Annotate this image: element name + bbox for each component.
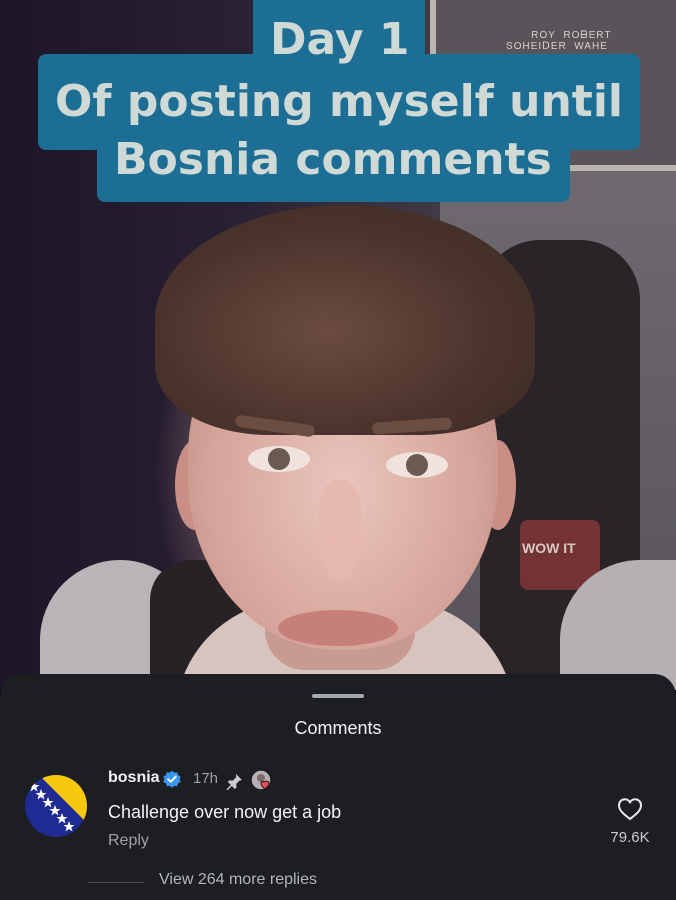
heart-icon[interactable] (617, 797, 643, 821)
caption-line-2: Of posting myself until (55, 76, 623, 127)
comment-text: Challenge over now get a job (108, 802, 342, 822)
iris-left (268, 448, 290, 470)
creator-like-avatar-icon (250, 769, 274, 793)
view-more-replies-button[interactable]: View 264 more replies (159, 871, 317, 889)
reel-video[interactable]: TЯƎᗺOЯ YOЯ ƎHAW ЯƎᗡIƎHOƧ TI WOW Day 1 Of… (0, 0, 676, 690)
comments-title: Comments (294, 718, 382, 738)
reply-button[interactable]: Reply (108, 832, 149, 850)
person-nose (318, 480, 362, 580)
like-count: 79.6K (610, 829, 650, 846)
sheet-drag-handle[interactable] (312, 694, 364, 698)
bosnia-avatar[interactable] (25, 775, 87, 837)
comment-username[interactable]: bosnia (108, 769, 160, 787)
bosnia-flag-icon (25, 775, 87, 837)
replies-divider (88, 882, 144, 883)
poster-text-mirrored: TЯƎᗺOЯ YOЯ ƎHAW ЯƎᗡIƎHOƧ (505, 30, 611, 52)
verified-badge-icon (162, 769, 182, 789)
caption-line-3: Bosnia comments (114, 134, 552, 185)
comments-sheet: Comments bosnia 17h Challenge over now g… (0, 674, 676, 900)
iris-right (406, 454, 428, 476)
person-hair (155, 205, 535, 435)
chair-logo-mirrored-text: TI WOW (522, 540, 576, 556)
person-lips (278, 610, 398, 646)
comment-time: 17h (193, 770, 219, 787)
pin-icon (224, 772, 244, 792)
caption-line-1: Day 1 (270, 14, 410, 65)
